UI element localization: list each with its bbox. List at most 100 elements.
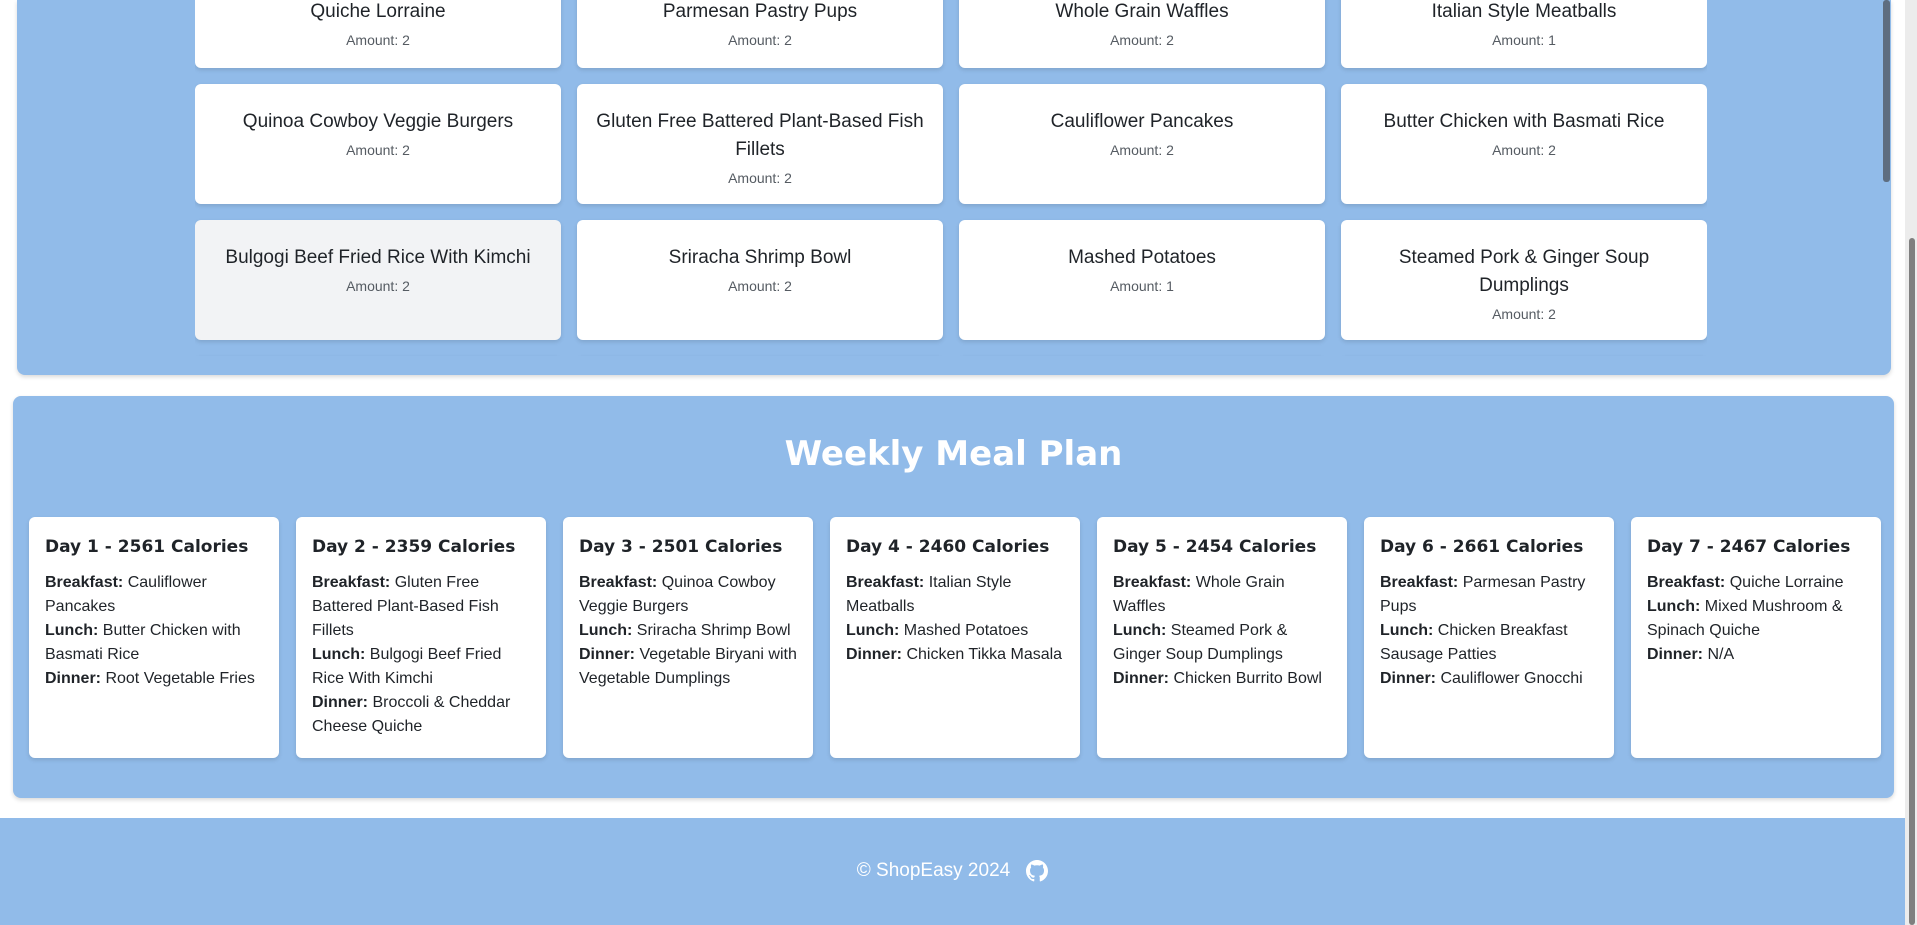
breakfast-line: Breakfast: Parmesan Pastry Pups — [1380, 571, 1598, 619]
item-card[interactable]: Italian Style Meatballs Amount: 1 — [1341, 0, 1707, 68]
lunch-line: Lunch: Chicken Breakfast Sausage Patties — [1380, 619, 1598, 667]
item-card[interactable]: Mashed Potatoes Amount: 1 — [959, 220, 1325, 340]
item-card[interactable]: Steamed Pork & Ginger Soup Dumplings Amo… — [1341, 220, 1707, 340]
weekly-meal-plan: Weekly Meal Plan Day 1 - 2561 Calories B… — [13, 396, 1894, 798]
dinner-label: Dinner: — [45, 670, 101, 687]
footer-content: © ShopEasy 2024 — [0, 860, 1905, 882]
breakfast-line: Breakfast: Italian Style Meatballs — [846, 571, 1064, 619]
item-card[interactable]: Quinoa Cowboy Veggie Burgers Amount: 2 — [195, 84, 561, 204]
item-name: Whole Grain Waffles — [1055, 1, 1229, 22]
breakfast-label: Breakfast: — [312, 574, 391, 591]
item-amount: Amount: 2 — [346, 142, 410, 158]
dinner-value: N/A — [1707, 646, 1735, 663]
item-card[interactable]: Bulgogi Beef Fried Rice With Kimchi Amou… — [195, 220, 561, 340]
lunch-label: Lunch: — [1647, 598, 1701, 615]
item-card[interactable]: Whole Grain Waffles Amount: 2 — [959, 0, 1325, 68]
lunch-value: Mashed Potatoes — [903, 622, 1029, 639]
breakfast-label: Breakfast: — [1647, 574, 1726, 591]
breakfast-label: Breakfast: — [846, 574, 925, 591]
item-card[interactable]: Gluten Free Battered Plant-Based Fish Fi… — [577, 84, 943, 204]
item-name: Italian Style Meatballs — [1431, 1, 1617, 22]
day-card: Day 1 - 2561 Calories Breakfast: Caulifl… — [29, 517, 279, 758]
inventory-panel: Quiche Lorraine Amount: 2 Parmesan Pastr… — [17, 0, 1891, 375]
inventory-scroll-area[interactable]: Quiche Lorraine Amount: 2 Parmesan Pastr… — [195, 0, 1707, 356]
item-amount: Amount: 1 — [1110, 278, 1174, 294]
item-name: Gluten Free Battered Plant-Based Fish Fi… — [596, 111, 924, 160]
day-heading: Day 1 - 2561 Calories — [45, 537, 249, 557]
page-scrollbar-thumb[interactable] — [1909, 238, 1915, 925]
breakfast-label: Breakfast: — [1113, 574, 1192, 591]
item-card[interactable]: Parmesan Pastry Pups Amount: 2 — [577, 0, 943, 68]
inventory-grid: Quiche Lorraine Amount: 2 Parmesan Pastr… — [195, 0, 1707, 356]
lunch-line: Lunch: Bulgogi Beef Fried Rice With Kimc… — [312, 643, 530, 691]
day-card: Day 4 - 2460 Calories Breakfast: Italian… — [830, 517, 1080, 758]
day-heading: Day 3 - 2501 Calories — [579, 537, 783, 557]
dinner-label: Dinner: — [579, 646, 635, 663]
item-card[interactable]: Quiche Lorraine Amount: 2 — [195, 0, 561, 68]
item-name: Bulgogi Beef Fried Rice With Kimchi — [225, 247, 531, 268]
dinner-value: Root Vegetable Fries — [105, 670, 255, 687]
item-name: Parmesan Pastry Pups — [662, 1, 858, 22]
dinner-value: Chicken Tikka Masala — [906, 646, 1063, 663]
item-name: Cauliflower Pancakes — [1050, 111, 1234, 132]
item-name: Quiche Lorraine — [310, 1, 446, 22]
item-amount: Amount: 2 — [728, 32, 792, 48]
site-footer: © ShopEasy 2024 — [0, 818, 1905, 925]
page-scrollbar[interactable] — [1905, 0, 1917, 925]
day-card: Day 6 - 2661 Calories Breakfast: Parmesa… — [1364, 517, 1614, 758]
lunch-label: Lunch: — [579, 622, 633, 639]
lunch-label: Lunch: — [312, 646, 366, 663]
dinner-line: Dinner: Root Vegetable Fries — [45, 667, 263, 691]
dinner-line: Dinner: N/A — [1647, 643, 1865, 667]
item-name: Quinoa Cowboy Veggie Burgers — [242, 111, 514, 132]
day-card: Day 3 - 2501 Calories Breakfast: Quinoa … — [563, 517, 813, 758]
dinner-label: Dinner: — [1647, 646, 1703, 663]
item-amount: Amount: 2 — [1110, 32, 1174, 48]
item-amount: Amount: 2 — [728, 278, 792, 294]
github-icon[interactable] — [1026, 860, 1049, 882]
item-name: Mashed Potatoes — [1068, 247, 1216, 268]
breakfast-value: Quiche Lorraine — [1729, 574, 1844, 591]
item-name: Steamed Pork & Ginger Soup Dumplings — [1398, 247, 1650, 296]
item-amount: Amount: 2 — [1110, 142, 1174, 158]
lunch-line: Lunch: Mashed Potatoes — [846, 619, 1064, 643]
lunch-label: Lunch: — [1380, 622, 1434, 639]
dinner-label: Dinner: — [1113, 670, 1169, 687]
dinner-line: Dinner: Cauliflower Gnocchi — [1380, 667, 1598, 691]
lunch-line: Lunch: Sriracha Shrimp Bowl — [579, 619, 797, 643]
dinner-line: Dinner: Vegetable Biryani with Vegetable… — [579, 643, 797, 691]
item-amount: Amount: 2 — [1492, 142, 1556, 158]
day-heading: Day 2 - 2359 Calories — [312, 537, 516, 557]
dinner-line: Dinner: Chicken Burrito Bowl — [1113, 667, 1331, 691]
breakfast-line: Breakfast: Quiche Lorraine — [1647, 571, 1865, 595]
breakfast-label: Breakfast: — [45, 574, 124, 591]
day-heading: Day 5 - 2454 Calories — [1113, 537, 1317, 557]
day-heading: Day 6 - 2661 Calories — [1380, 537, 1584, 557]
day-card: Day 5 - 2454 Calories Breakfast: Whole G… — [1097, 517, 1347, 758]
day-heading: Day 4 - 2460 Calories — [846, 537, 1050, 557]
day-cards: Day 1 - 2561 Calories Breakfast: Caulifl… — [29, 517, 1881, 758]
dinner-label: Dinner: — [312, 694, 368, 711]
item-amount: Amount: 2 — [346, 278, 410, 294]
item-card[interactable]: Butter Chicken with Basmati Rice Amount:… — [1341, 84, 1707, 204]
lunch-label: Lunch: — [846, 622, 900, 639]
item-card[interactable]: Sriracha Shrimp Bowl Amount: 2 — [577, 220, 943, 340]
day-heading: Day 7 - 2467 Calories — [1647, 537, 1851, 557]
inventory-scrollbar[interactable] — [1883, 0, 1890, 182]
lunch-value: Sriracha Shrimp Bowl — [636, 622, 791, 639]
breakfast-line: Breakfast: Whole Grain Waffles — [1113, 571, 1331, 619]
day-card: Day 7 - 2467 Calories Breakfast: Quiche … — [1631, 517, 1881, 758]
copyright-text: © ShopEasy 2024 — [856, 860, 1011, 881]
dinner-line: Dinner: Chicken Tikka Masala — [846, 643, 1064, 667]
dinner-value: Chicken Burrito Bowl — [1173, 670, 1322, 687]
breakfast-line: Breakfast: Gluten Free Battered Plant-Ba… — [312, 571, 530, 643]
item-amount: Amount: 2 — [1492, 306, 1556, 322]
dinner-value: Cauliflower Gnocchi — [1440, 670, 1583, 687]
lunch-label: Lunch: — [1113, 622, 1167, 639]
item-amount: Amount: 2 — [728, 170, 792, 186]
item-name: Butter Chicken with Basmati Rice — [1383, 111, 1665, 132]
lunch-line: Lunch: Mixed Mushroom & Spinach Quiche — [1647, 595, 1865, 643]
dinner-label: Dinner: — [1380, 670, 1436, 687]
dinner-line: Dinner: Broccoli & Cheddar Cheese Quiche — [312, 691, 530, 739]
item-card[interactable]: Cauliflower Pancakes Amount: 2 — [959, 84, 1325, 204]
